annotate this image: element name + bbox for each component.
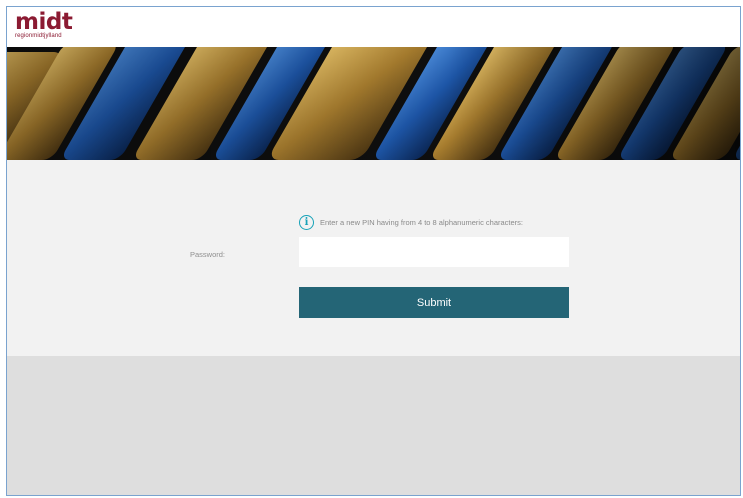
- hint-text: Enter a new PIN having from 4 to 8 alpha…: [320, 218, 524, 227]
- password-label: Password:: [190, 250, 226, 259]
- header: midt regionmidtjylland: [7, 7, 740, 47]
- password-input[interactable]: [299, 237, 569, 267]
- keyboard-keys-image: [7, 47, 740, 160]
- info-icon: i: [299, 215, 314, 230]
- logo-main-text: midt: [15, 9, 73, 35]
- pin-hint: i Enter a new PIN having from 4 to 8 alp…: [299, 215, 523, 230]
- footer-area: [7, 356, 740, 495]
- submit-button[interactable]: Submit: [299, 287, 569, 318]
- window-frame: midt regionmidtjylland i Enter a new PIN…: [6, 6, 741, 496]
- pin-change-form: i Enter a new PIN having from 4 to 8 alp…: [7, 160, 740, 356]
- keyboard-banner-image: [7, 47, 740, 160]
- region-midt-logo: midt regionmidtjylland: [15, 9, 73, 40]
